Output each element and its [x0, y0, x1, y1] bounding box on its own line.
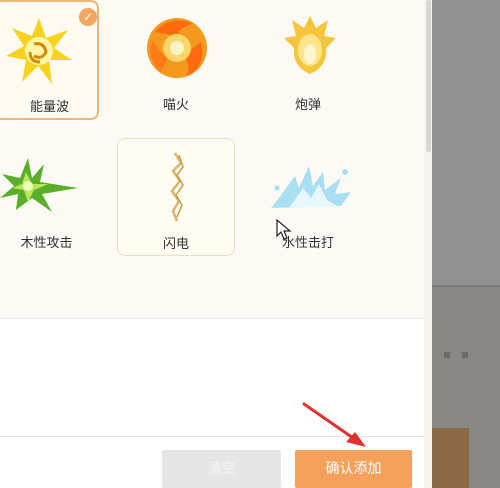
- selected-check-icon: ✓: [79, 8, 97, 26]
- confirm-add-button[interactable]: 确认添加: [295, 450, 412, 488]
- background-panel: [432, 0, 500, 285]
- energy-wave-icon: [6, 18, 72, 84]
- lightning-icon: [170, 152, 184, 222]
- cannonball-icon: [284, 16, 336, 74]
- wood-attack-icon: [0, 158, 78, 212]
- effect-label: 炮弹: [294, 98, 321, 113]
- effect-tile-energy-wave[interactable]: ✓ 能量波: [0, 0, 99, 120]
- effect-label: 能量波: [29, 100, 69, 115]
- background-overlay: [432, 0, 500, 488]
- mouse-cursor-icon: [276, 219, 292, 240]
- background-divider: [432, 285, 500, 287]
- effect-tile-cannonball[interactable]: 炮弹: [249, 0, 367, 120]
- background-icon: [444, 352, 450, 358]
- effect-tile-wood-attack[interactable]: 木性攻击: [0, 138, 99, 258]
- effect-grid: ✓ 能量波 喵火 炮弹 木性攻击 闪电 水性击打: [0, 0, 424, 318]
- background-swatch: [432, 428, 469, 488]
- effect-tile-fire[interactable]: 喵火: [117, 0, 235, 120]
- effect-picker-dialog: ✓ 能量波 喵火 炮弹 木性攻击 闪电 水性击打 清空 确认添加: [0, 0, 432, 488]
- effect-label: 闪电: [162, 237, 189, 252]
- effect-label: 水性击打: [281, 236, 334, 251]
- footer-divider: [0, 436, 432, 437]
- scrollbar-thumb[interactable]: [426, 0, 431, 152]
- effect-label: 喵火: [162, 98, 189, 113]
- effect-label: 木性攻击: [20, 236, 73, 251]
- water-strike-icon: [271, 166, 351, 208]
- divider: [0, 318, 424, 319]
- fire-icon: [147, 18, 207, 78]
- effect-tile-water-strike[interactable]: 水性击打: [249, 138, 367, 258]
- background-icon: [462, 352, 468, 358]
- clear-button[interactable]: 清空: [162, 450, 281, 488]
- effect-tile-lightning[interactable]: 闪电: [117, 138, 235, 256]
